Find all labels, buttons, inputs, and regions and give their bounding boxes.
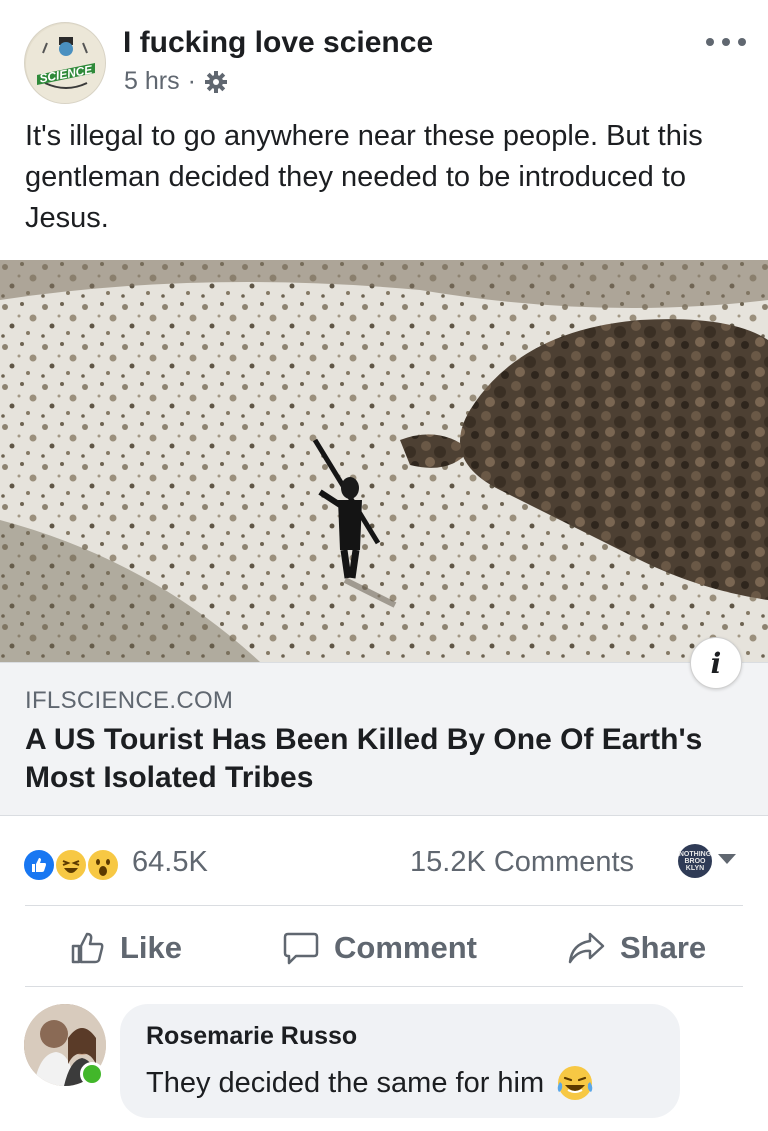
action-bar: Like Comment Share (0, 908, 768, 988)
tears-of-joy-emoji-icon (557, 1066, 593, 1100)
post-meta: 5 hrs · (124, 67, 228, 96)
viewer-avatar[interactable]: NOTHING BROO KLYN (678, 844, 712, 878)
wow-reaction-icon[interactable] (86, 848, 120, 882)
divider (25, 905, 743, 906)
comment-label: Comment (334, 930, 477, 965)
post-text: It's illegal to go anywhere near these p… (25, 120, 703, 234)
reaction-count[interactable]: 64.5K (132, 846, 208, 879)
share-arrow-icon (568, 932, 605, 964)
link-title: A US Tourist Has Been Killed By One Of E… (25, 723, 703, 794)
like-reaction-icon[interactable] (22, 848, 56, 882)
science-logo-icon: SCIENCE (26, 24, 105, 103)
link-domain: IFLSCIENCE.COM (25, 687, 234, 714)
comments-count[interactable]: 15.2K Comments (410, 846, 634, 879)
comment-text: They decided the same for him (146, 1066, 545, 1099)
thumbs-up-icon (71, 932, 104, 964)
link-preview[interactable]: IFLSCIENCE.COM A US Tourist Has Been Kil… (0, 662, 768, 816)
like-label: Like (120, 930, 183, 965)
link-preview-image[interactable] (0, 260, 768, 662)
beach-scene-image (0, 260, 768, 662)
meta-separator: · (187, 67, 196, 95)
online-status-dot (80, 1062, 104, 1086)
post-header: SCIENCE I fucking love science 5 hrs · (0, 0, 768, 110)
share-label: Share (620, 930, 707, 965)
more-options-icon[interactable] (706, 30, 746, 54)
share-button[interactable]: Share (566, 908, 706, 988)
comment-button[interactable]: Comment (282, 908, 477, 988)
post-time[interactable]: 5 hrs (124, 67, 180, 96)
comment-text-row: They decided the same for him (146, 1064, 594, 1102)
info-button[interactable]: i (690, 637, 742, 689)
page-avatar[interactable]: SCIENCE (24, 22, 106, 104)
page-name[interactable]: I fucking love science (123, 26, 433, 60)
like-button[interactable]: Like (70, 908, 182, 988)
divider (25, 986, 743, 987)
reactions-bar: 64.5K 15.2K Comments NOTHING BROO KLYN (0, 838, 768, 890)
chevron-down-icon[interactable] (718, 854, 736, 864)
gear-icon[interactable] (204, 70, 228, 94)
comment-bubble-icon (283, 932, 319, 965)
haha-reaction-icon[interactable] (54, 848, 88, 882)
comment-bubble[interactable]: Rosemarie Russo They decided the same fo… (120, 1004, 680, 1118)
comment-item: Rosemarie Russo They decided the same fo… (0, 998, 768, 1128)
comment-author[interactable]: Rosemarie Russo (146, 1022, 357, 1051)
